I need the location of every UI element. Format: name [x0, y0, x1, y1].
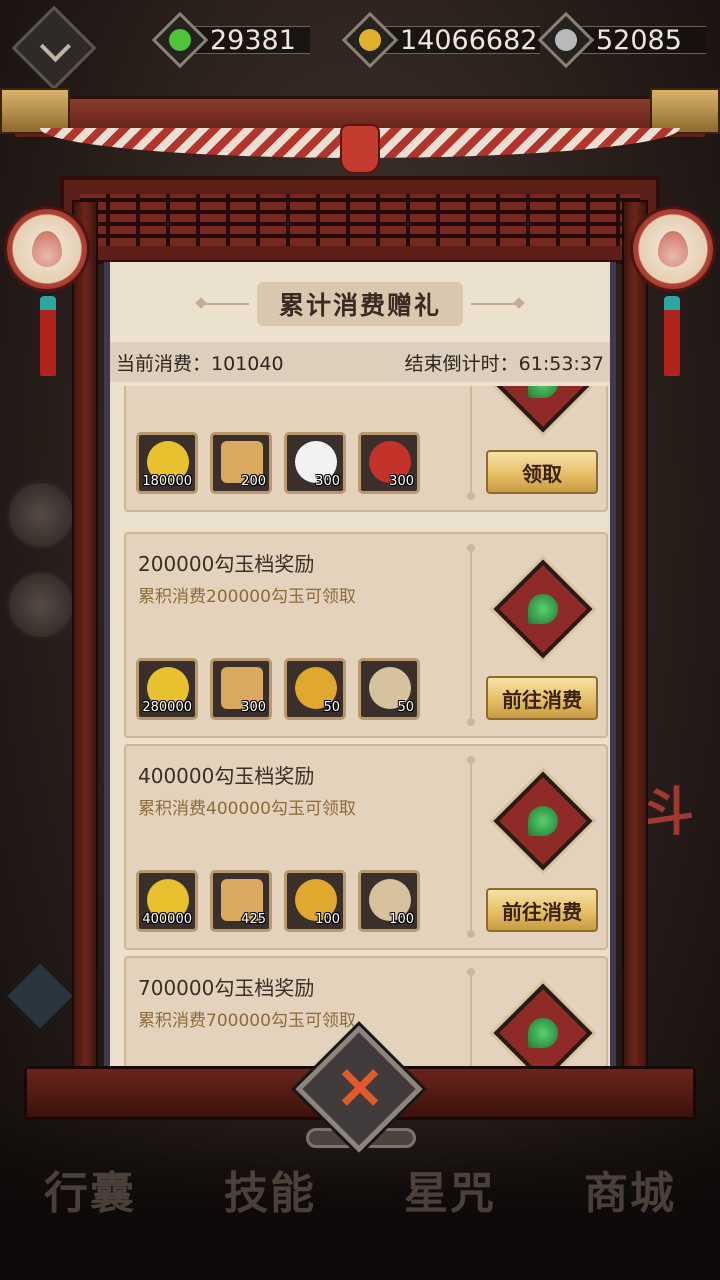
reward-item[interactable]: 300 — [358, 432, 420, 494]
rope-knot — [340, 124, 380, 174]
tab-skills[interactable]: 技能 — [180, 1154, 360, 1224]
collapse-menu-button[interactable] — [11, 5, 97, 91]
tassel-left — [40, 296, 56, 376]
tier-list[interactable]: 180000 200 300 300 领取 200000勾玉档奖励 累积消费20… — [110, 386, 610, 1068]
tier-requirement: 累积消费400000勾玉可领取 — [138, 799, 356, 819]
resource-bar: 29381 14066682 52085 — [0, 5, 720, 91]
status-bar: 当前消费：101040 结束倒计时：61:53:37 — [110, 342, 610, 382]
tier-requirement: 累积消费700000勾玉可领取 — [138, 1011, 356, 1031]
bottom-nav: 行囊 技能 星咒 商城 — [0, 1154, 720, 1224]
tier-title: 200000勾玉档奖励 — [138, 552, 315, 576]
reward-item[interactable]: 50 — [284, 658, 346, 720]
reward-item[interactable]: 200 — [210, 432, 272, 494]
tassel-right — [664, 296, 680, 376]
gold-count: 14066682 — [400, 24, 538, 56]
current-spend: 当前消费：101040 — [116, 352, 284, 375]
reward-item[interactable]: 50 — [358, 658, 420, 720]
panel-title: 累计消费赠礼 — [256, 282, 463, 326]
tab-shop[interactable]: 商城 — [540, 1154, 720, 1224]
reward-panel: 累计消费赠礼 当前消费：101040 结束倒计时：61:53:37 180000… — [104, 262, 616, 1068]
resource-magatama: 29381 — [151, 11, 310, 69]
reward-item[interactable]: 100 — [358, 870, 420, 932]
tier-title: 400000勾玉档奖励 — [138, 764, 315, 788]
silver-coin-icon — [537, 11, 595, 69]
chevron-down-icon — [39, 31, 71, 63]
magatama-emblem-icon — [493, 771, 593, 871]
claim-button[interactable]: 领取 — [486, 450, 598, 494]
resource-gold: 14066682 — [341, 11, 540, 69]
reward-item[interactable]: 280000 — [136, 658, 198, 720]
tab-spells[interactable]: 星咒 — [360, 1154, 540, 1224]
reward-item[interactable]: 425 — [210, 870, 272, 932]
side-menu-icon-2[interactable] — [6, 570, 76, 640]
close-button[interactable]: × — [295, 1025, 423, 1153]
magatama-emblem-icon — [493, 386, 593, 433]
reward-item[interactable]: 180000 — [136, 432, 198, 494]
reward-item[interactable]: 300 — [210, 658, 272, 720]
tier-card: 400000勾玉档奖励 累积消费400000勾玉可领取 400000 425 1… — [124, 744, 608, 950]
tier-card: 180000 200 300 300 领取 — [124, 386, 608, 512]
tier-title: 700000勾玉档奖励 — [138, 976, 315, 1000]
magatama-emblem-icon — [493, 559, 593, 659]
close-icon: × — [334, 1049, 386, 1122]
lantern-right-icon — [630, 206, 716, 292]
reward-item[interactable]: 400000 — [136, 870, 198, 932]
side-menu-icon-1[interactable] — [6, 480, 76, 550]
go-spend-button[interactable]: 前往消费 — [486, 676, 598, 720]
gate-post-left — [72, 200, 98, 1080]
gate-post-right — [622, 200, 648, 1080]
gate-lintel — [60, 176, 660, 264]
reward-item[interactable]: 300 — [284, 432, 346, 494]
tab-bag[interactable]: 行囊 — [0, 1154, 180, 1224]
silver-count: 52085 — [596, 24, 682, 56]
background-fight-glyph: 斗 — [642, 782, 695, 843]
lantern-left-icon — [4, 206, 90, 292]
magatama-emblem-icon — [493, 983, 593, 1068]
green-magatama-icon — [151, 11, 209, 69]
resource-silver: 52085 — [537, 11, 706, 69]
go-spend-button[interactable]: 前往消费 — [486, 888, 598, 932]
tier-card: 200000勾玉档奖励 累积消费200000勾玉可领取 280000 300 5… — [124, 532, 608, 738]
gold-coin-icon — [341, 11, 399, 69]
countdown-timer: 结束倒计时：61:53:37 — [404, 352, 604, 375]
magatama-count: 29381 — [210, 24, 296, 56]
tier-requirement: 累积消费200000勾玉可领取 — [138, 587, 356, 607]
reward-item[interactable]: 100 — [284, 870, 346, 932]
